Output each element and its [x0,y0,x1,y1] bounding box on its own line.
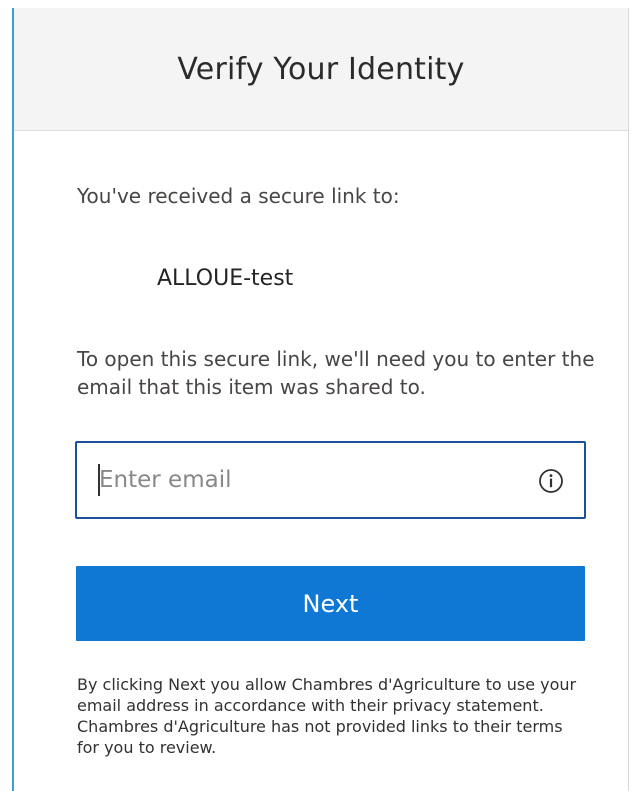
page-title: Verify Your Identity [177,51,465,87]
next-button[interactable]: Next [76,566,585,641]
dialog-header: Verify Your Identity [14,8,628,131]
received-link-text: You've received a secure link to: [77,184,400,208]
shared-item-name: ALLOUE-test [157,266,294,291]
email-field-container[interactable] [75,441,586,519]
dialog-content: You've received a secure link to: ALLOUE… [14,131,628,791]
instructions-text: To open this secure link, we'll need you… [77,347,595,399]
info-icon[interactable] [537,467,565,495]
privacy-disclaimer: By clicking Next you allow Chambres d'Ag… [77,675,577,757]
text-caret [98,464,100,496]
verify-identity-dialog: Verify Your Identity You've received a s… [0,0,633,791]
right-edge-border [628,8,629,791]
email-input[interactable] [95,461,499,499]
